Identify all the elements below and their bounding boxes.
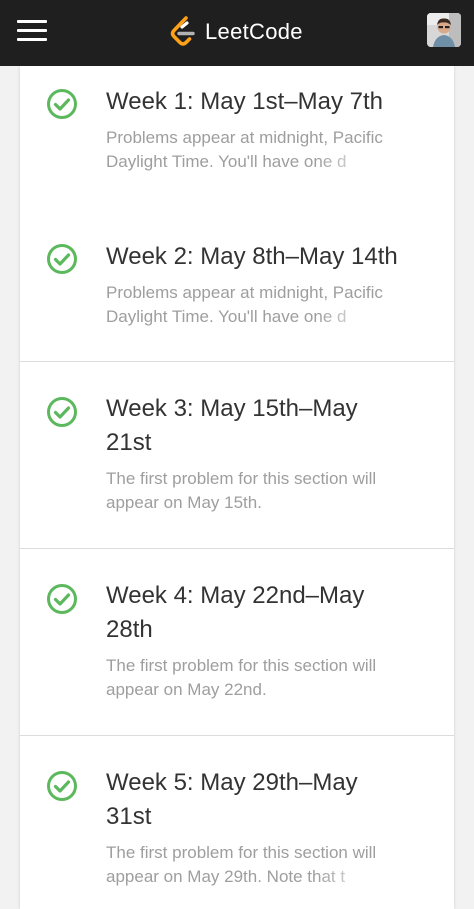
week-description-line-2: appear on May 15th. — [106, 493, 262, 512]
week-card[interactable]: Week 3: May 15th–May 21st The first prob… — [20, 362, 454, 549]
check-circle-icon — [47, 89, 77, 119]
week-title: Week 5: May 29th–May 31st — [106, 769, 358, 830]
check-circle-icon — [47, 584, 77, 614]
week-description-line-1: The first problem for this section will — [106, 469, 377, 488]
week-title: Week 4: May 22nd–May 28th — [106, 582, 365, 643]
app-screen: LeetCode Week 1: May 1st–May 7th Problem… — [0, 0, 474, 909]
hamburger-menu-icon[interactable] — [17, 20, 47, 42]
leetcode-logo-icon — [170, 16, 195, 46]
week-description-line-2: appear on May 22nd. — [106, 680, 267, 699]
week-card[interactable]: Week 4: May 22nd–May 28th The first prob… — [20, 549, 454, 736]
week-description-line-2: Daylight Time. You'll have one d — [106, 307, 347, 326]
week-title: Week 3: May 15th–May 21st — [106, 395, 358, 456]
week-card[interactable]: Week 5: May 29th–May 31st The first prob… — [20, 736, 454, 909]
week-description-line-2: Daylight Time. You'll have one d — [106, 152, 347, 171]
check-circle-icon — [47, 244, 77, 274]
brand-name: LeetCode — [205, 19, 303, 44]
avatar-image — [427, 13, 461, 47]
top-navigation-bar: LeetCode — [0, 0, 474, 66]
user-avatar[interactable] — [427, 13, 461, 47]
week-title: Week 1: May 1st–May 7th — [106, 88, 384, 115]
brand-home-link[interactable]: LeetCode — [168, 14, 303, 50]
week-card[interactable]: Week 1: May 1st–May 7th Problems appear … — [20, 52, 454, 210]
week-description-line-1: Problems appear at midnight, Pacific — [106, 128, 383, 147]
week-description-line-2: appear on May 29th. Note that t — [106, 867, 346, 886]
week-card[interactable]: Week 2: May 8th–May 14th Problems appear… — [20, 209, 454, 362]
week-description-line-1: The first problem for this section will — [106, 656, 377, 675]
week-description-line-1: The first problem for this section will — [106, 843, 377, 862]
week-description-line-1: Problems appear at midnight, Pacific — [106, 283, 383, 302]
weeks-list: Week 1: May 1st–May 7th Problems appear … — [20, 52, 454, 909]
week-title: Week 2: May 8th–May 14th — [106, 243, 398, 270]
check-circle-icon — [47, 397, 77, 427]
check-circle-icon — [47, 771, 77, 801]
